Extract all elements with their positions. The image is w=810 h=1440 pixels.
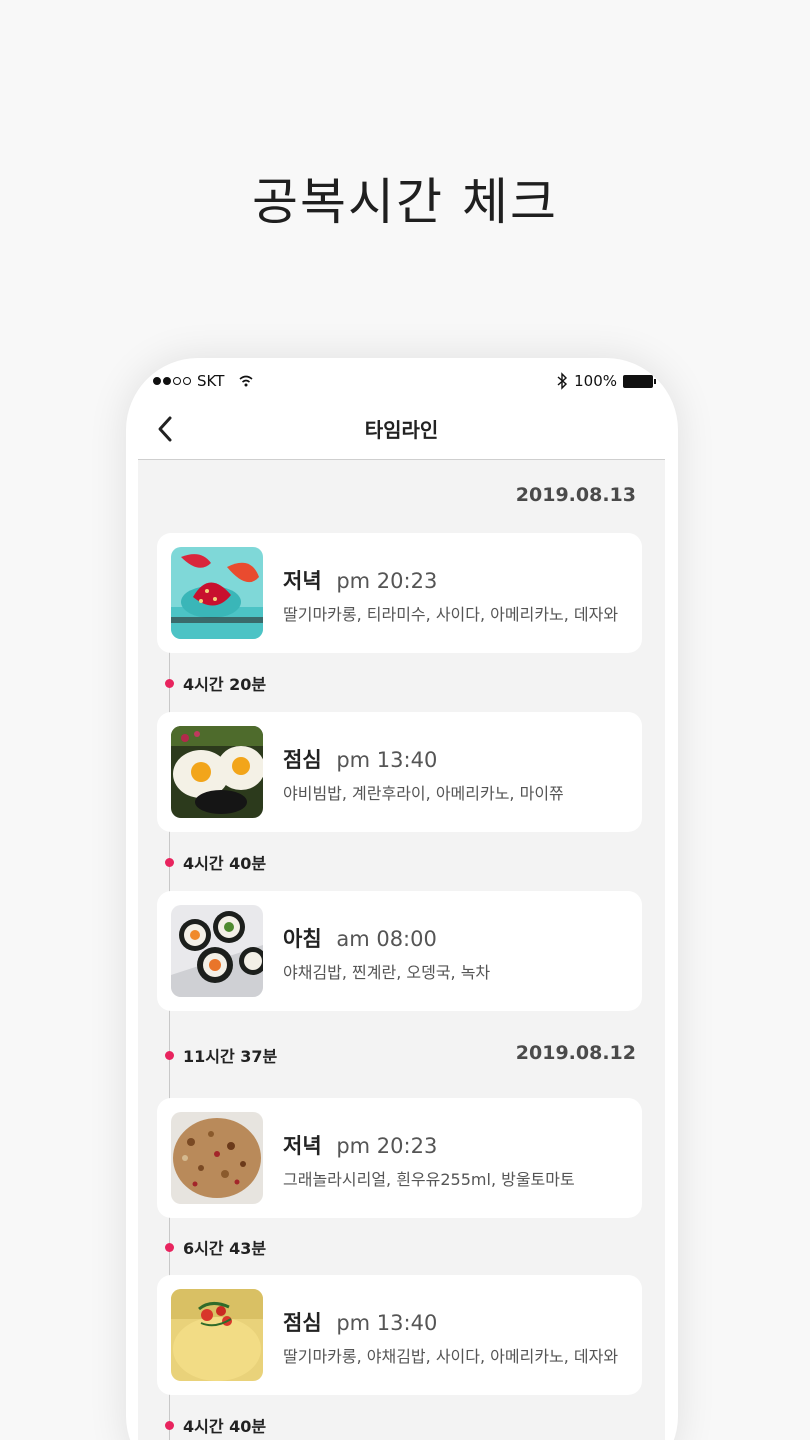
fasting-duration: 4시간 20분: [183, 675, 267, 694]
meal-photo: [171, 905, 263, 997]
meal-foods: 야채김밥, 찐계란, 오뎅국, 녹차: [283, 963, 491, 982]
meal-name: 저녁: [283, 569, 322, 593]
battery-icon: [623, 374, 656, 388]
meal-foods: 야비빔밥, 계란후라이, 아메리카노, 마이쮸: [283, 784, 564, 803]
meal-card[interactable]: 저녁 pm 20:23 그래놀라시리얼, 흰우유255ml, 방울토마토: [157, 1098, 642, 1218]
meal-card[interactable]: 저녁 pm 20:23 딸기마카롱, 티라미수, 사이다, 아메리카노, 데자와: [157, 533, 642, 653]
meal-photo: [171, 1289, 263, 1381]
bluetooth-icon: [557, 372, 568, 390]
meal-name: 점심: [283, 1311, 322, 1335]
fasting-gap: 4시간 40분: [165, 1413, 266, 1437]
timeline-dot: [165, 857, 174, 867]
meal-name: 점심: [283, 748, 322, 772]
meal-foods: 딸기마카롱, 티라미수, 사이다, 아메리카노, 데자와: [283, 605, 619, 624]
page-headline: 공복시간 체크: [252, 173, 558, 231]
meal-photo: [171, 547, 263, 639]
timeline-dot: [165, 1242, 174, 1252]
date-label: 2019.08.12: [515, 1042, 636, 1064]
timeline-dot: [165, 1420, 174, 1430]
meal-card[interactable]: 아침 am 08:00 야채김밥, 찐계란, 오뎅국, 녹차: [157, 891, 642, 1011]
fasting-gap: 6시간 43분: [165, 1235, 266, 1259]
fasting-gap: 4시간 40분: [165, 850, 266, 874]
status-bar: SKT 100%: [153, 372, 656, 394]
fasting-duration: 11시간 37분: [183, 1047, 278, 1066]
timeline-dot: [165, 1050, 174, 1060]
meal-foods: 그래놀라시리얼, 흰우유255ml, 방울토마토: [283, 1170, 575, 1189]
meal-card[interactable]: 점심 pm 13:40 딸기마카롱, 야채김밥, 사이다, 아메리카노, 데자와: [157, 1275, 642, 1395]
meal-photo: [171, 726, 263, 818]
page-title: 타임라인: [364, 418, 439, 442]
meal-time: am 08:00: [336, 927, 437, 951]
fasting-duration: 6시간 43분: [183, 1239, 267, 1258]
fasting-duration: 4시간 40분: [183, 1417, 267, 1436]
carrier-label: SKT: [197, 372, 225, 390]
meal-name: 저녁: [283, 1134, 322, 1158]
battery-label: 100%: [574, 372, 617, 390]
meal-time: pm 13:40: [336, 1311, 438, 1335]
fasting-gap: 11시간 37분: [165, 1043, 277, 1067]
meal-time: pm 13:40: [336, 748, 438, 772]
wifi-icon: [239, 375, 253, 387]
meal-time: pm 20:23: [336, 569, 438, 593]
meal-time: pm 20:23: [336, 1134, 438, 1158]
navigation-bar: 타임라인: [138, 398, 665, 460]
fasting-gap: 4시간 20분: [165, 671, 266, 695]
meal-foods: 딸기마카롱, 야채김밥, 사이다, 아메리카노, 데자와: [283, 1347, 619, 1366]
meal-card[interactable]: 점심 pm 13:40 야비빔밥, 계란후라이, 아메리카노, 마이쮸: [157, 712, 642, 832]
date-label: 2019.08.13: [515, 484, 636, 506]
timeline-dot: [165, 678, 174, 688]
meal-photo: [171, 1112, 263, 1204]
fasting-duration: 4시간 40분: [183, 854, 267, 873]
signal-icon: [153, 377, 191, 385]
timeline-list: 2019.08.13 저녁 pm 20:23 딸기마카롱, 티라미수, 사이다,…: [138, 460, 665, 1440]
meal-name: 아침: [283, 927, 322, 951]
